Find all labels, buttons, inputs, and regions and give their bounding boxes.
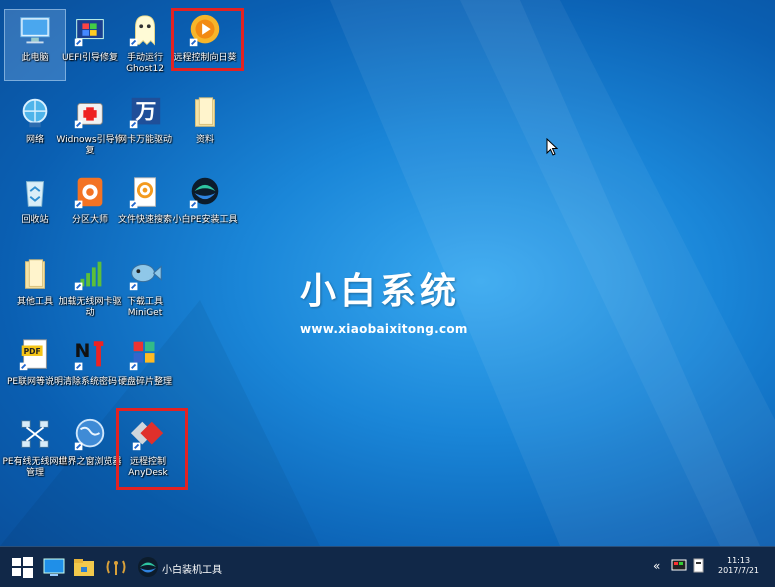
ghost-icon	[129, 15, 155, 47]
icon-label: 硬盘碎片整理	[117, 377, 172, 387]
highlight-sunlogin	[171, 8, 244, 71]
recycle-bin-icon	[25, 181, 45, 207]
desktop-monitor-icon[interactable]	[42, 555, 66, 579]
wallpaper-brand: 小白系统 www.xiaobaixitong.com	[300, 262, 468, 336]
partition-tool-icon	[74, 177, 103, 209]
brand-title: 小白系统	[300, 271, 461, 312]
desktop-icon-file-search[interactable]: 文件快速搜索	[115, 172, 175, 242]
wireless-network-icon[interactable]	[104, 555, 128, 579]
clock-time: 11:13	[726, 556, 751, 565]
windows-screen-icon	[74, 19, 104, 47]
highlight-anydesk	[116, 408, 188, 490]
taskbar: 小白装机工具 « 11:13 2017/7/21	[0, 546, 775, 587]
taskbar-clock[interactable]: 11:13 2017/7/21	[718, 556, 759, 576]
wan-badge-icon: 万	[129, 97, 161, 129]
svg-text:万: 万	[134, 100, 156, 124]
first-aid-kit-icon	[74, 103, 103, 129]
network-topology-icon	[21, 420, 49, 448]
desktop-icon-ghost12[interactable]: 手动运行Ghost12	[115, 10, 175, 80]
svg-text:N: N	[74, 340, 90, 362]
desktop-icon-pe-network-manager[interactable]: PE有线无线网络管理	[2, 414, 68, 484]
desktop-icon-disk-defrag[interactable]: 硬盘碎片整理	[115, 334, 175, 404]
file-explorer-icon[interactable]	[72, 555, 96, 579]
tray-keyboard-icon[interactable]	[692, 558, 706, 574]
desktop-icon-miniget[interactable]: 下载工具MiniGet	[115, 254, 175, 324]
desktop-icon-pe-network-guide[interactable]: PDF PE联网等说明	[5, 334, 65, 404]
folder-icon	[25, 259, 45, 289]
folder-icon	[195, 97, 215, 127]
icon-label: 下载工具MiniGet	[126, 297, 163, 318]
desktop-icon-clear-password[interactable]: N 清除系统密码	[60, 334, 120, 404]
desktop-icon-xiaobai-pe-installer[interactable]: 小白PE安装工具	[172, 172, 238, 242]
desktop-icon-recycle-bin[interactable]: 回收站	[5, 172, 65, 242]
clock-date: 2017/7/21	[718, 566, 760, 575]
desktop-icon-nic-driver[interactable]: 万 网卡万能驱动	[115, 92, 175, 162]
password-reset-icon: N	[74, 340, 104, 371]
network-globe-icon	[22, 98, 48, 128]
start-button-windows-icon[interactable]	[10, 555, 34, 579]
desktop-icon-materials[interactable]: 资料	[175, 92, 235, 162]
pdf-icon: PDF	[19, 339, 47, 371]
search-file-icon	[129, 177, 156, 209]
pe-installer-icon	[189, 177, 219, 209]
desktop: 此电脑 UEFI引导修复 手动运行Ghost12 远程控制向日葵 网络 Widn…	[0, 0, 775, 546]
signal-bars-icon	[74, 261, 102, 291]
taskbar-app-label[interactable]: 小白装机工具	[162, 561, 222, 576]
xiaobai-tool-icon[interactable]	[136, 555, 160, 579]
computer-icon	[20, 17, 50, 44]
desktop-icon-partition-master[interactable]: 分区大师	[60, 172, 120, 242]
brand-url: www.xiaobaixitong.com	[300, 322, 468, 336]
mouse-cursor-icon	[546, 138, 558, 156]
desktop-icon-this-pc[interactable]: 此电脑	[4, 9, 66, 81]
icon-label: 小白PE安装工具	[172, 215, 238, 225]
desktop-icon-theworld-browser[interactable]: 世界之窗浏览器	[58, 414, 122, 484]
tray-chevron-icon[interactable]: «	[653, 559, 660, 573]
fish-icon	[129, 264, 162, 291]
desktop-icon-windows-boot-repair[interactable]: Widnows引导修复	[56, 92, 124, 162]
icon-label: 资料	[195, 135, 214, 145]
tray-monitor-icon[interactable]	[671, 559, 687, 573]
globe-icon	[74, 418, 105, 451]
defrag-cubes-icon	[129, 341, 155, 371]
svg-text:PDF: PDF	[24, 347, 41, 356]
